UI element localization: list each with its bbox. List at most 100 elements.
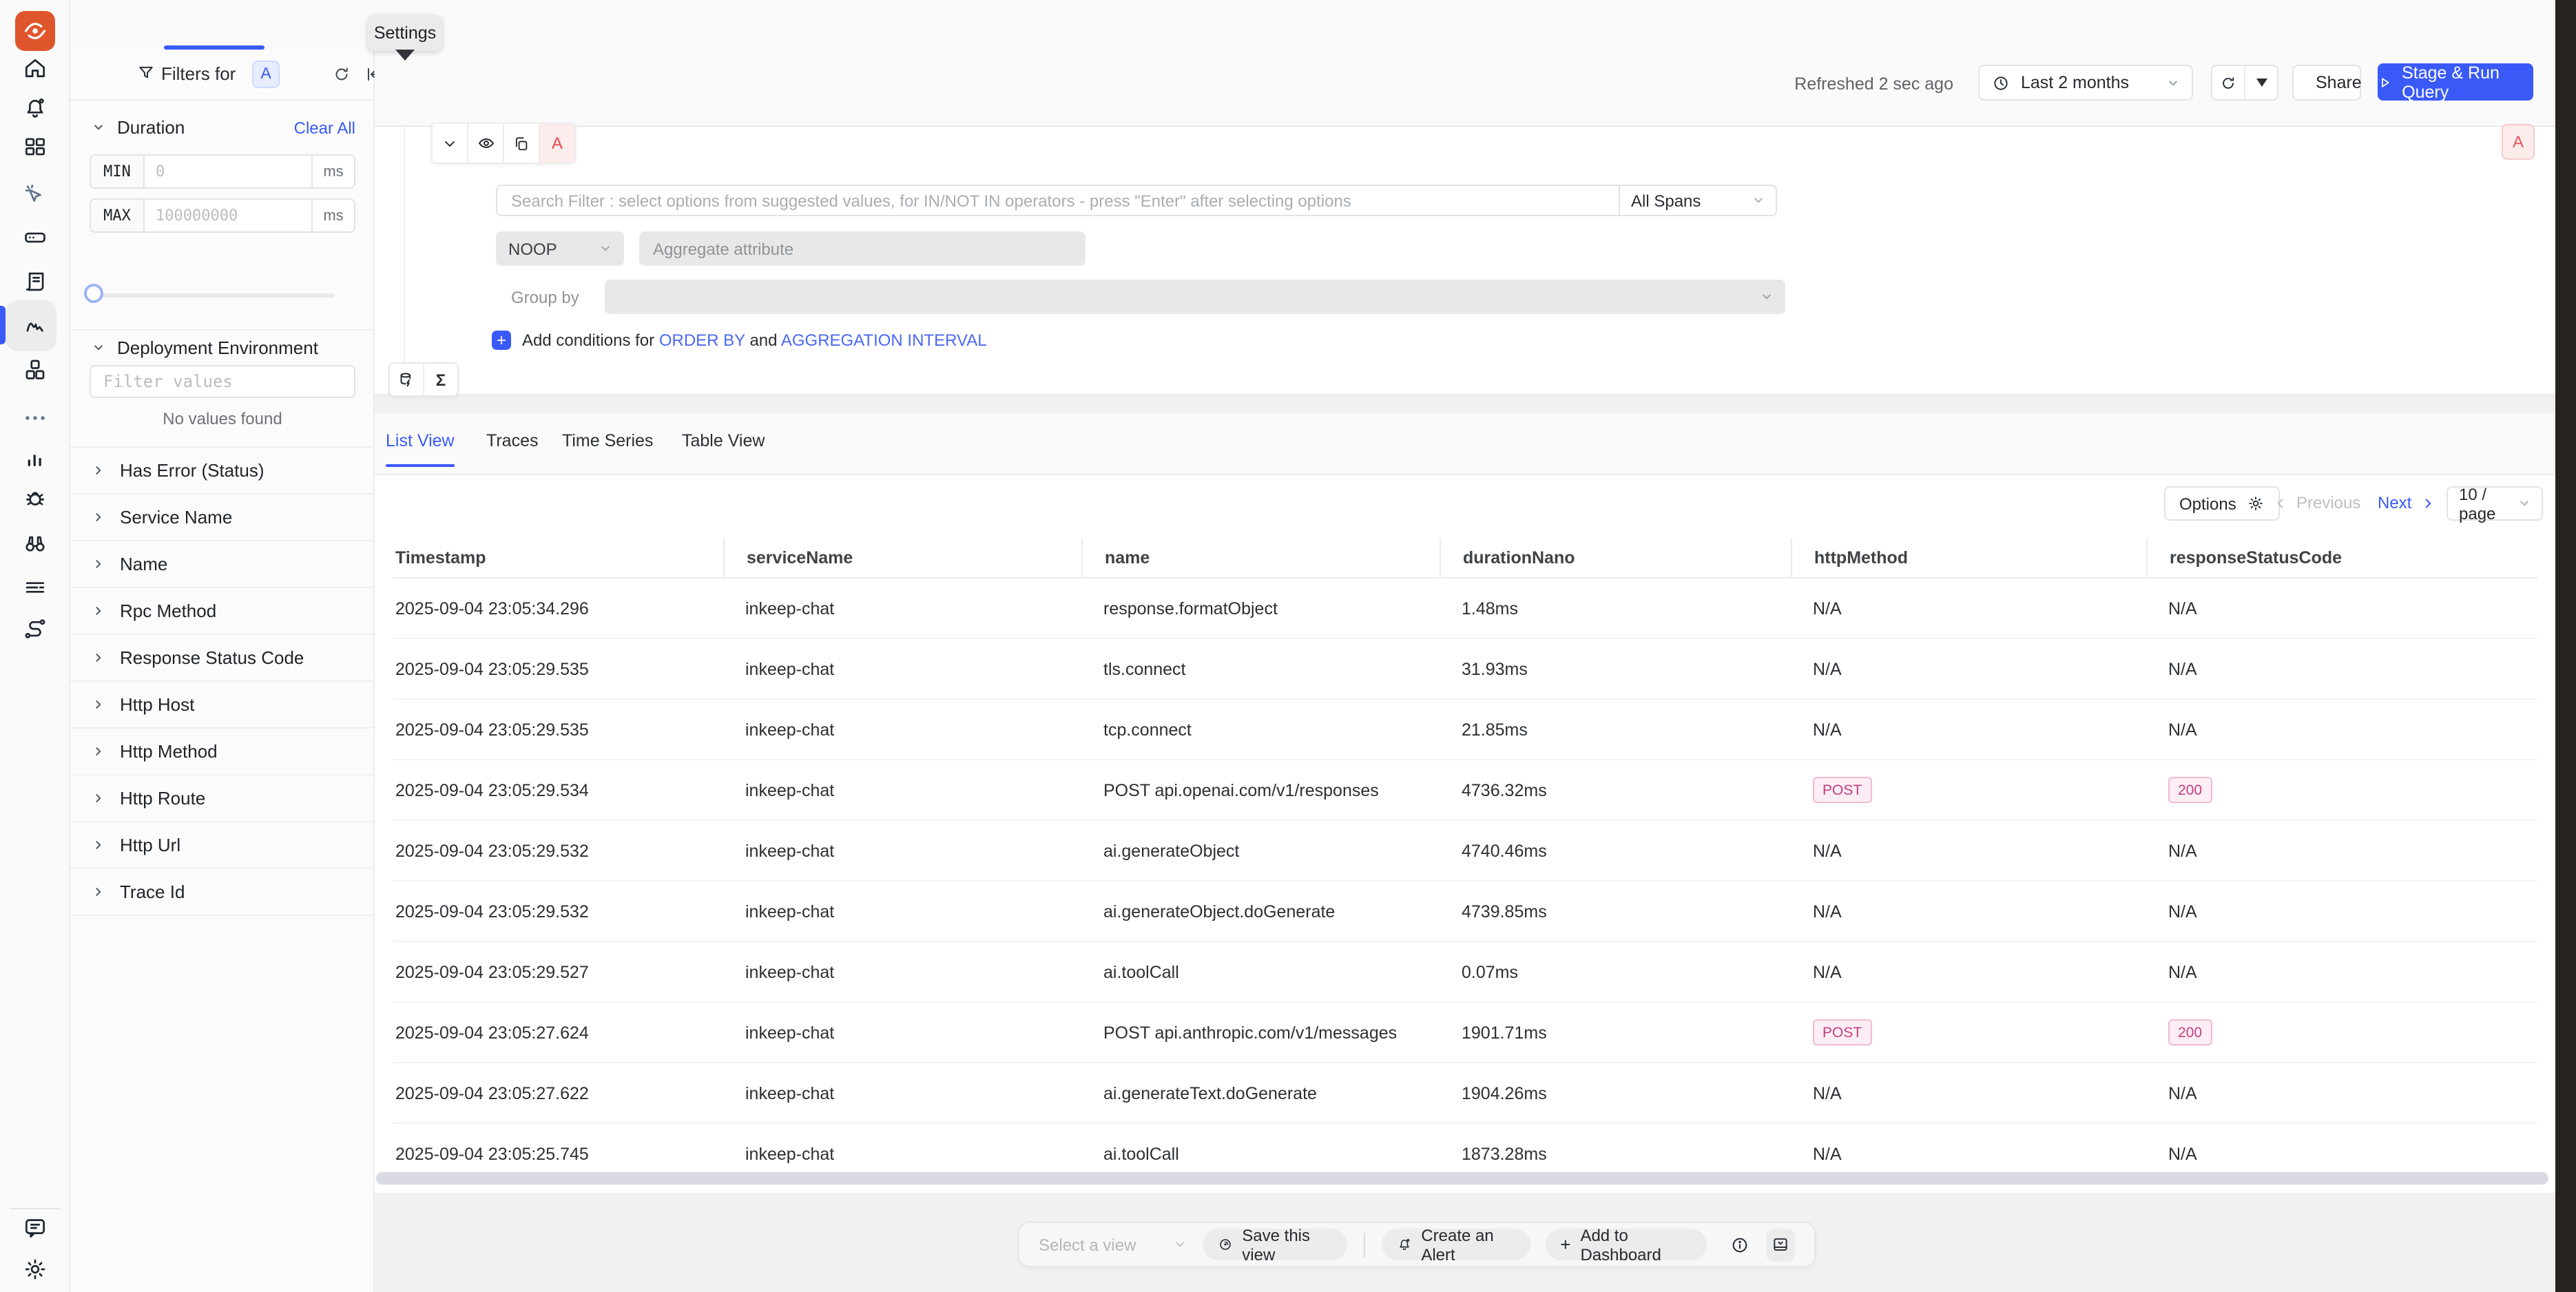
sidebar-item-alerts[interactable] bbox=[18, 91, 52, 125]
stage-run-query-button[interactable]: Stage & Run Query bbox=[2378, 63, 2533, 101]
view-tab-traces[interactable]: Traces bbox=[486, 431, 539, 450]
filter-section-trace-id[interactable]: Trace Id bbox=[70, 868, 375, 916]
aggregate-attribute-input[interactable]: Aggregate attribute bbox=[639, 231, 1086, 266]
group-by-select[interactable] bbox=[605, 280, 1785, 314]
aggregation-interval-link[interactable]: AGGREGATION INTERVAL bbox=[781, 331, 987, 350]
aggregate-operator-select[interactable]: NOOP bbox=[496, 231, 624, 266]
table-row[interactable]: 2025-09-04 23:05:34.296inkeep-chatrespon… bbox=[393, 579, 2537, 639]
chat-icon bbox=[22, 1215, 48, 1241]
query-label-chip[interactable]: A bbox=[2502, 124, 2535, 160]
refresh-button[interactable] bbox=[2212, 66, 2244, 99]
cell-timestamp: 2025-09-04 23:05:34.296 bbox=[393, 579, 723, 638]
chevron-right-icon bbox=[92, 604, 105, 616]
sidebar-item-billing[interactable] bbox=[18, 570, 52, 605]
add-query-button[interactable] bbox=[390, 364, 423, 395]
filters-query-chip[interactable]: A bbox=[252, 61, 280, 88]
shortcuts-panel-button[interactable] bbox=[1767, 1228, 1795, 1261]
filter-section-duration: Duration Clear All MIN 0 ms MAX 10000000… bbox=[70, 99, 375, 331]
share-button[interactable]: Share bbox=[2292, 65, 2361, 101]
table-row[interactable]: 2025-09-04 23:05:29.535inkeep-chattls.co… bbox=[393, 639, 2537, 700]
column-header-responsestatuscode[interactable]: responseStatusCode bbox=[2146, 539, 2537, 577]
options-button[interactable]: Options bbox=[2164, 486, 2281, 521]
horizontal-scrollbar[interactable] bbox=[376, 1172, 2548, 1185]
save-view-button[interactable]: Save this view bbox=[1202, 1229, 1347, 1260]
table-row[interactable]: 2025-09-04 23:05:27.624inkeep-chatPOST a… bbox=[393, 1003, 2537, 1063]
sidebar-item-services[interactable] bbox=[18, 353, 52, 387]
cell-name: POST api.anthropic.com/v1/messages bbox=[1081, 1003, 1440, 1062]
sidebar-item-service-map[interactable] bbox=[18, 526, 52, 561]
cell-durationnano: 21.85ms bbox=[1440, 700, 1791, 759]
duration-section-header[interactable]: Duration bbox=[92, 117, 185, 138]
pagination-previous[interactable]: Previous bbox=[2273, 493, 2360, 512]
signoz-logo-icon[interactable] bbox=[15, 11, 55, 51]
filter-section-rpc-method[interactable]: Rpc Method bbox=[70, 587, 375, 635]
pagination-next[interactable]: Next bbox=[2378, 493, 2435, 512]
column-header-timestamp[interactable]: Timestamp bbox=[393, 539, 723, 577]
search-filter-input[interactable]: Search Filter : select options from sugg… bbox=[497, 186, 1619, 215]
query-label-badge[interactable]: A bbox=[539, 124, 574, 163]
page-size-select[interactable]: 10 / page bbox=[2447, 486, 2543, 521]
duration-max-input[interactable]: MAX 100000000 ms bbox=[90, 198, 355, 233]
filter-section-name[interactable]: Name bbox=[70, 540, 375, 588]
column-header-name[interactable]: name bbox=[1081, 539, 1440, 577]
duration-min-input[interactable]: MIN 0 ms bbox=[90, 154, 355, 189]
clear-all-link[interactable]: Clear All bbox=[294, 118, 355, 138]
refresh-interval-dropdown[interactable] bbox=[2244, 66, 2277, 99]
sidebar-item-infrastructure[interactable] bbox=[18, 219, 52, 253]
table-row[interactable]: 2025-09-04 23:05:29.527inkeep-chatai.too… bbox=[393, 942, 2537, 1003]
table-row[interactable]: 2025-09-04 23:05:29.532inkeep-chatai.gen… bbox=[393, 882, 2537, 942]
sidebar-item-more[interactable] bbox=[18, 401, 52, 435]
order-by-link[interactable]: ORDER BY bbox=[659, 331, 745, 350]
view-tab-list-view[interactable]: List View bbox=[386, 431, 455, 450]
footer-action-bar: Select a view Save this view Create an A… bbox=[1018, 1222, 1816, 1267]
span-scope-select[interactable]: All Spans bbox=[1619, 186, 1776, 215]
view-tab-time-series[interactable]: Time Series bbox=[562, 431, 653, 450]
sidebar-item-traces-explorer[interactable] bbox=[18, 309, 52, 343]
table-row[interactable]: 2025-09-04 23:05:29.535inkeep-chattcp.co… bbox=[393, 700, 2537, 760]
cell-servicename: inkeep-chat bbox=[723, 579, 1081, 638]
duration-slider-handle[interactable] bbox=[84, 284, 103, 303]
create-alert-button[interactable]: Create an Alert bbox=[1381, 1229, 1530, 1260]
add-to-dashboard-button[interactable]: + Add to Dashboard bbox=[1545, 1229, 1707, 1260]
filter-section-deployment: Deployment Environment Filter values No … bbox=[70, 329, 375, 448]
deployment-filter-input[interactable]: Filter values bbox=[90, 365, 355, 398]
filter-section-service-name[interactable]: Service Name bbox=[70, 493, 375, 541]
deployment-section-header[interactable]: Deployment Environment bbox=[92, 337, 318, 358]
sidebar-item-logs[interactable] bbox=[18, 264, 52, 299]
refresh-filters-icon[interactable] bbox=[332, 65, 351, 84]
plus-icon[interactable]: + bbox=[492, 331, 511, 350]
table-row[interactable]: 2025-09-04 23:05:29.532inkeep-chatai.gen… bbox=[393, 821, 2537, 882]
table-row[interactable]: 2025-09-04 23:05:29.534inkeep-chatPOST a… bbox=[393, 760, 2537, 821]
sidebar-item-home[interactable] bbox=[18, 51, 52, 85]
select-view-dropdown[interactable]: Select a view bbox=[1039, 1235, 1185, 1254]
toggle-query-visibility-button[interactable] bbox=[467, 124, 503, 163]
sidebar-item-pipelines[interactable] bbox=[18, 613, 52, 647]
column-header-servicename[interactable]: serviceName bbox=[723, 539, 1081, 577]
filter-section-http-route[interactable]: Http Route bbox=[70, 774, 375, 822]
filter-section-http-host[interactable]: Http Host bbox=[70, 680, 375, 729]
filter-section-http-method[interactable]: Http Method bbox=[70, 727, 375, 775]
filter-section-response-status-code[interactable]: Response Status Code bbox=[70, 634, 375, 682]
sidebar-item-events[interactable] bbox=[18, 178, 52, 212]
filter-section-http-url[interactable]: Http Url bbox=[70, 821, 375, 869]
select-view-placeholder: Select a view bbox=[1039, 1235, 1136, 1254]
column-header-httpmethod[interactable]: httpMethod bbox=[1791, 539, 2146, 577]
sidebar-item-dashboards[interactable] bbox=[18, 129, 52, 164]
sidebar-item-metrics[interactable] bbox=[18, 441, 52, 475]
add-formula-button[interactable]: Σ bbox=[423, 364, 457, 395]
cell-timestamp: 2025-09-04 23:05:29.527 bbox=[393, 942, 723, 1001]
home-icon bbox=[22, 55, 48, 81]
view-tab-table-view[interactable]: Table View bbox=[682, 431, 765, 450]
clone-query-button[interactable] bbox=[503, 124, 539, 163]
results-panel: Options Previous Next 10 / page Timestam… bbox=[375, 475, 2555, 1193]
collapse-query-button[interactable] bbox=[433, 124, 467, 163]
column-header-durationnano[interactable]: durationNano bbox=[1440, 539, 1791, 577]
time-range-select[interactable]: Last 2 months bbox=[1978, 65, 2193, 101]
filter-section-has-error-status-[interactable]: Has Error (Status) bbox=[70, 446, 375, 494]
table-row[interactable]: 2025-09-04 23:05:27.622inkeep-chatai.gen… bbox=[393, 1063, 2537, 1124]
duration-slider-track[interactable] bbox=[92, 293, 335, 298]
sidebar-item-support-chat[interactable] bbox=[18, 1211, 52, 1245]
sidebar-item-exceptions[interactable] bbox=[18, 481, 52, 515]
sidebar-item-settings[interactable] bbox=[18, 1252, 52, 1286]
info-icon[interactable] bbox=[1731, 1235, 1750, 1254]
